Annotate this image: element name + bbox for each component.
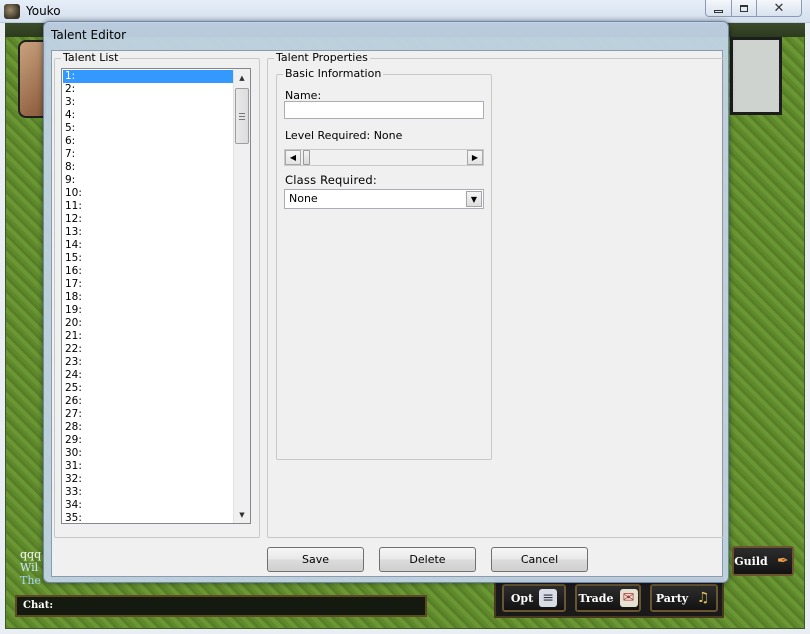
list-item[interactable]: 11: bbox=[63, 200, 235, 213]
class-required-label: Class Required: bbox=[285, 173, 377, 187]
grip-icon bbox=[239, 112, 245, 120]
list-item[interactable]: 18: bbox=[63, 291, 235, 304]
list-item[interactable]: 21: bbox=[63, 330, 235, 343]
list-item[interactable]: 29: bbox=[63, 434, 235, 447]
list-item[interactable]: 22: bbox=[63, 343, 235, 356]
list-item[interactable]: 28: bbox=[63, 421, 235, 434]
talent-list-scrollbar[interactable]: ▲ ▼ bbox=[233, 69, 250, 523]
talent-editor-dialog: Talent Editor Talent List 1: 2: 3: 4: 5: 6: 7:… bbox=[43, 21, 729, 583]
chat-input[interactable]: Chat: bbox=[15, 595, 427, 617]
list-item[interactable]: 14: bbox=[63, 239, 235, 252]
delete-button[interactable]: Delete bbox=[379, 547, 476, 572]
list-item[interactable]: 2: bbox=[63, 83, 235, 96]
level-required-scrollbar[interactable]: ◀ ▶ bbox=[284, 149, 484, 166]
guild-label: Guild bbox=[734, 554, 768, 568]
list-item[interactable]: 15: bbox=[63, 252, 235, 265]
level-slider-thumb[interactable] bbox=[303, 150, 310, 165]
guild-button[interactable]: Guild ✒ bbox=[732, 546, 794, 576]
harp-icon: ♫ bbox=[696, 590, 710, 606]
character-portrait bbox=[18, 40, 46, 118]
document-icon: ≡ bbox=[539, 589, 558, 607]
minimize-button[interactable] bbox=[705, 0, 732, 17]
list-item[interactable]: 10: bbox=[63, 187, 235, 200]
talent-list-label: Talent List bbox=[61, 51, 121, 65]
save-button[interactable]: Save bbox=[267, 547, 364, 572]
list-item[interactable]: 13: bbox=[63, 226, 235, 239]
maximize-button[interactable] bbox=[731, 0, 757, 17]
talent-items: 1: 2: 3: 4: 5: 6: 7: 8: 9: 10: 11: 12: 13: 14: 15: 16: 1… bbox=[63, 70, 235, 523]
list-item[interactable]: 9: bbox=[63, 174, 235, 187]
list-item[interactable]: 24: bbox=[63, 369, 235, 382]
chat-line: qqq bbox=[20, 548, 42, 561]
options-button[interactable]: Opt ≡ bbox=[502, 584, 566, 612]
list-item[interactable]: 26: bbox=[63, 395, 235, 408]
list-item[interactable]: 4: bbox=[63, 109, 235, 122]
chevron-down-icon[interactable]: ▼ bbox=[466, 191, 482, 207]
list-item[interactable]: 25: bbox=[63, 382, 235, 395]
list-item[interactable]: 17: bbox=[63, 278, 235, 291]
trade-button[interactable]: Trade ✉ bbox=[575, 584, 641, 612]
list-item[interactable]: 20: bbox=[63, 317, 235, 330]
party-button[interactable]: Party ♫ bbox=[650, 584, 718, 612]
list-item[interactable]: 1: bbox=[63, 70, 235, 83]
list-item[interactable]: 12: bbox=[63, 213, 235, 226]
talent-properties-label: Talent Properties bbox=[274, 51, 370, 65]
scroll-right-arrow-icon[interactable]: ▶ bbox=[467, 150, 483, 165]
talent-properties-group: Talent Properties Basic Information Name… bbox=[267, 51, 724, 538]
host-titlebar: Youko bbox=[0, 0, 810, 23]
scroll-left-arrow-icon[interactable]: ◀ bbox=[285, 150, 301, 165]
feather-icon: ✒ bbox=[776, 553, 789, 569]
chat-log: qqq Wil The bbox=[20, 548, 45, 588]
class-selected-value: None bbox=[289, 192, 318, 205]
list-item[interactable]: 32: bbox=[63, 473, 235, 486]
list-item[interactable]: 6: bbox=[63, 135, 235, 148]
basic-information-group: Basic Information Name: Level Required: … bbox=[276, 67, 492, 460]
minimize-icon bbox=[714, 9, 723, 13]
minimap bbox=[730, 37, 782, 115]
chat-line: Wil bbox=[20, 561, 39, 574]
dialog-client-area: Talent List 1: 2: 3: 4: 5: 6: 7: 8: 9: 10: 11: 12: 1… bbox=[51, 50, 724, 577]
options-label: Opt bbox=[510, 591, 534, 605]
talent-listbox[interactable]: 1: 2: 3: 4: 5: 6: 7: 8: 9: 10: 11: 12: 13: 14: 15: 16: 1… bbox=[61, 68, 251, 524]
list-item[interactable]: 7: bbox=[63, 148, 235, 161]
maximize-icon bbox=[740, 4, 748, 12]
class-required-select[interactable]: None ▼ bbox=[284, 189, 484, 209]
party-label: Party bbox=[655, 591, 689, 605]
list-item[interactable]: 16: bbox=[63, 265, 235, 278]
list-item[interactable]: 27: bbox=[63, 408, 235, 421]
trade-label: Trade bbox=[578, 591, 614, 605]
list-item[interactable]: 19: bbox=[63, 304, 235, 317]
list-item[interactable]: 34: bbox=[63, 499, 235, 512]
list-item[interactable]: 31: bbox=[63, 460, 235, 473]
list-item[interactable]: 3: bbox=[63, 96, 235, 109]
level-required-label: Level Required: None bbox=[285, 129, 403, 142]
app-icon bbox=[4, 4, 20, 19]
chat-line: The bbox=[20, 574, 41, 587]
list-item[interactable]: 33: bbox=[63, 486, 235, 499]
close-button[interactable]: ✕ bbox=[756, 0, 802, 17]
dialog-title: Talent Editor bbox=[51, 28, 127, 42]
close-icon: ✕ bbox=[773, 0, 785, 16]
list-item[interactable]: 30: bbox=[63, 447, 235, 460]
scroll-thumb[interactable] bbox=[235, 88, 249, 144]
chat-label: Chat: bbox=[23, 600, 54, 611]
talent-list-group: Talent List 1: 2: 3: 4: 5: 6: 7: 8: 9: 10: 11: 12: 1… bbox=[54, 51, 260, 538]
name-input[interactable] bbox=[284, 101, 484, 119]
list-item[interactable]: 23: bbox=[63, 356, 235, 369]
cancel-button[interactable]: Cancel bbox=[491, 547, 588, 572]
list-item[interactable]: 35: bbox=[63, 512, 235, 523]
list-item[interactable]: 5: bbox=[63, 122, 235, 135]
basic-information-label: Basic Information bbox=[283, 67, 384, 81]
host-window-title: Youko bbox=[26, 4, 61, 18]
envelope-icon: ✉ bbox=[619, 589, 638, 607]
scroll-up-arrow-icon[interactable]: ▲ bbox=[234, 69, 250, 86]
list-item[interactable]: 8: bbox=[63, 161, 235, 174]
scroll-down-arrow-icon[interactable]: ▼ bbox=[234, 506, 250, 523]
